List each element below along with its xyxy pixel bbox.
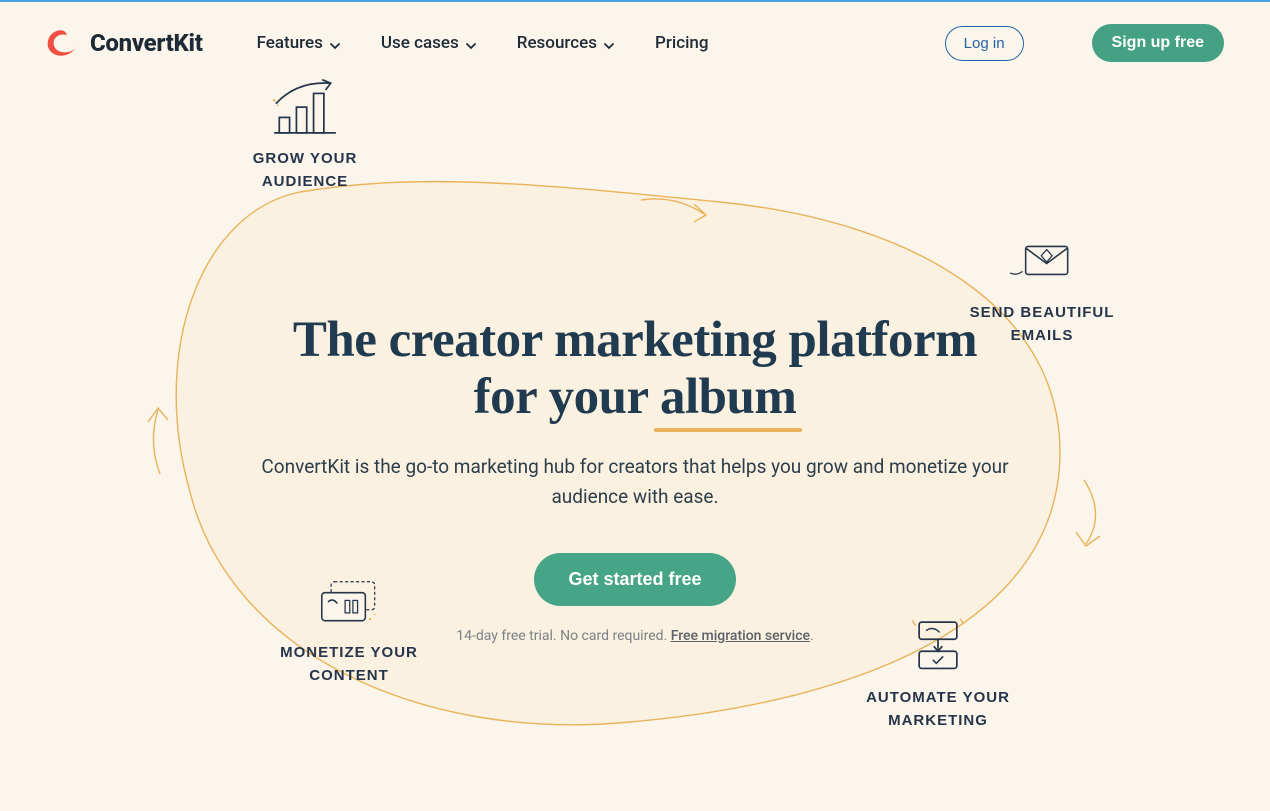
page-subheadline: ConvertKit is the go-to marketing hub fo… [255,452,1015,511]
cta-row: Get started free [255,553,1015,606]
nav-item-pricing[interactable]: Pricing [655,33,709,53]
arrow-icon [636,190,716,230]
page-headline: The creator marketing platform for your … [255,312,1015,426]
chevron-down-icon [603,37,615,49]
brand-logo[interactable]: ConvertKit [46,28,203,58]
envelope-icon [1007,232,1077,292]
headline-static: The creator marketing platform for your [293,312,977,425]
trial-text: 14-day free trial. No card required. [456,628,670,644]
feature-label: GROW YOUR AUDIENCE [225,148,385,193]
nav-item-usecases[interactable]: Use cases [381,33,477,53]
nav-item-label: Features [257,33,323,53]
bar-chart-icon [270,78,340,138]
hero-section: GROW YOUR AUDIENCE SEND BEAUTIFUL EMAILS… [0,62,1270,772]
hero-content: The creator marketing platform for your … [255,312,1015,644]
login-button[interactable]: Log in [945,26,1024,61]
chevron-down-icon [465,37,477,49]
nav-item-label: Resources [517,33,597,53]
signup-button[interactable]: Sign up free [1092,24,1224,62]
trial-note: 14-day free trial. No card required. Fre… [255,628,1015,644]
logo-icon [46,28,80,58]
top-nav: ConvertKit Features Use cases Resources … [0,2,1270,62]
nav-item-resources[interactable]: Resources [517,33,615,53]
get-started-button[interactable]: Get started free [534,553,735,606]
trial-suffix: . [810,628,814,644]
migration-link[interactable]: Free migration service [671,628,810,644]
nav-item-label: Pricing [655,33,709,53]
nav-links: Features Use cases Resources Pricing [257,33,709,53]
nav-item-features[interactable]: Features [257,33,341,53]
chevron-down-icon [329,37,341,49]
arrow-icon [1066,474,1116,554]
feature-label: MONETIZE YOUR CONTENT [254,642,444,687]
feature-grow: GROW YOUR AUDIENCE [225,78,385,193]
brand-name: ConvertKit [90,29,203,57]
feature-label: AUTOMATE YOUR MARKETING [848,687,1028,732]
arrow-icon [136,402,176,482]
nav-item-label: Use cases [381,33,459,53]
headline-rotating-word: album [660,369,796,426]
